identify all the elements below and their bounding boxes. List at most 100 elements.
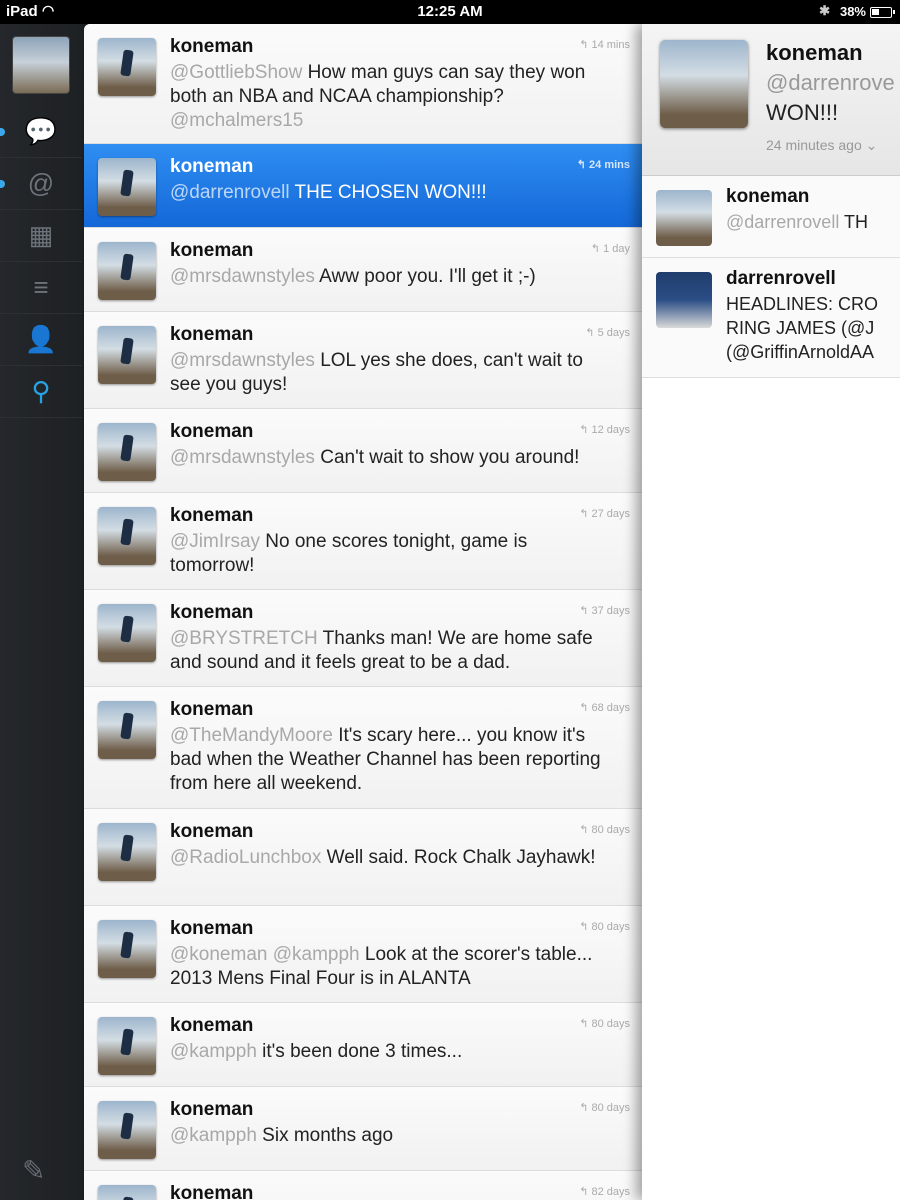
tweet-username[interactable]: koneman	[170, 918, 253, 940]
tweet-text: @GottliebShow How man guys can say they …	[170, 61, 614, 133]
tweet-mention[interactable]: @mrsdawnstyles	[170, 447, 315, 468]
avatar[interactable]	[98, 920, 156, 978]
profile-button[interactable]: 👤	[0, 314, 82, 366]
tweet-timestamp: ↰ 24 mins	[576, 159, 630, 171]
avatar[interactable]	[98, 507, 156, 565]
avatar[interactable]	[98, 701, 156, 759]
search-button[interactable]: ⚲	[0, 366, 82, 418]
avatar[interactable]	[656, 272, 712, 328]
tweet-mention[interactable]: @BRYSTRETCH	[170, 628, 318, 649]
tweet-row[interactable]: koneman ↰ 12 days @mrsdawnstyles Can't wai…	[84, 409, 644, 493]
lists-button[interactable]: ▦	[0, 210, 82, 262]
tweet-username[interactable]: koneman	[170, 324, 253, 346]
tweet-row[interactable]: koneman ↰ 80 days @kampph Six months ago	[84, 1087, 644, 1171]
tweet-row[interactable]: koneman ↰ 80 days @kampph it's been done 3…	[84, 1003, 644, 1087]
tweet-mention[interactable]: @koneman @kampph	[170, 944, 360, 965]
battery-icon	[870, 7, 895, 18]
tweet-timestamp: ↰ 80 days	[579, 921, 630, 933]
tweet-row[interactable]: koneman ↰ 37 days @BRYSTRETCH Thanks man! …	[84, 590, 644, 687]
tweet-text: @BRYSTRETCH Thanks man! We are home safe…	[170, 627, 614, 675]
tweet-mention[interactable]: @kampph	[170, 1041, 257, 1062]
account-avatar[interactable]	[12, 36, 70, 94]
tweet-username[interactable]: koneman	[170, 240, 253, 262]
related-text: @darrenrovell TH	[726, 210, 868, 234]
detail-username[interactable]: koneman	[766, 40, 863, 66]
tweet-username[interactable]: koneman	[170, 821, 253, 843]
tweet-row[interactable]: koneman ↰ 27 days @JimIrsay No one scores …	[84, 493, 644, 590]
avatar[interactable]	[98, 242, 156, 300]
tweet-username[interactable]: koneman	[170, 505, 253, 527]
avatar[interactable]	[98, 38, 156, 96]
tweet-row[interactable]: koneman ↰ 80 days @RadioLunchbox Well said…	[84, 809, 644, 906]
profile-icon: 👤	[24, 324, 58, 354]
tweet-text: @mrsdawnstyles Aww poor you. I'll get it…	[170, 265, 614, 289]
tweet-username[interactable]: koneman	[170, 602, 253, 624]
tweet-mention[interactable]: @kampph	[170, 1125, 257, 1146]
tweet-row[interactable]: koneman ↰ 5 days @mrsdawnstyles LOL yes sh…	[84, 312, 644, 409]
tweet-time-text: 80 days	[591, 1102, 630, 1114]
battery-percent: 38%	[839, 4, 866, 19]
tweet-timestamp: ↰ 37 days	[579, 605, 630, 617]
tweet-username[interactable]: koneman	[170, 36, 253, 58]
tweet-time-text: 82 days	[591, 1186, 630, 1198]
compose-icon[interactable]: ✎	[22, 1154, 58, 1186]
avatar[interactable]	[98, 604, 156, 662]
tweet-mention[interactable]: @darrenrovell	[170, 182, 290, 203]
speech-bubble-icon: 💬	[24, 116, 58, 146]
tweet-text: @mrsdawnstyles LOL yes she does, can't w…	[170, 349, 614, 397]
tweet-mention[interactable]: @TheMandyMoore	[170, 725, 333, 746]
avatar[interactable]	[98, 326, 156, 384]
tweet-time-text: 14 mins	[591, 39, 630, 51]
clock: 12:25 AM	[417, 3, 483, 20]
related-text-line: (@GriffinArnoldAA	[726, 342, 874, 362]
tweet-row[interactable]: koneman ↰ 82 days	[84, 1171, 644, 1200]
tweet-username[interactable]: koneman	[170, 1099, 253, 1121]
tweet-username[interactable]: koneman	[170, 699, 253, 721]
tweet-row[interactable]: koneman ↰ 24 mins @darrenrovell THE CHOSEN…	[84, 144, 644, 228]
tweet-row[interactable]: koneman ↰ 14 mins @GottliebShow How man gu…	[84, 24, 644, 144]
at-sign-button[interactable]: @	[0, 158, 82, 210]
tweet-timeline[interactable]: koneman ↰ 14 mins @GottliebShow How man gu…	[84, 24, 644, 1200]
tweet-mention[interactable]: @GottliebShow	[170, 62, 302, 83]
tweet-time-text: 68 days	[591, 702, 630, 714]
avatar[interactable]	[98, 158, 156, 216]
tweet-row[interactable]: koneman ↰ 1 day @mrsdawnstyles Aww poor yo…	[84, 228, 644, 312]
tweet-username[interactable]: koneman	[170, 421, 253, 443]
related-mention[interactable]: @darrenrovell	[726, 212, 839, 232]
tweet-row[interactable]: koneman ↰ 68 days @TheMandyMoore It's scar…	[84, 687, 644, 809]
tweet-mention[interactable]: @JimIrsay	[170, 531, 260, 552]
tweet-mention[interactable]: @mrsdawnstyles	[170, 350, 315, 371]
related-tweet[interactable]: darrenrovell HEADLINES: CRO RING JAMES (@J…	[642, 258, 900, 378]
avatar[interactable]	[98, 1101, 156, 1159]
tweet-timestamp: ↰ 80 days	[579, 824, 630, 836]
tweet-body: THE CHOSEN WON!!!	[289, 182, 487, 203]
tweet-mention[interactable]: @mrsdawnstyles	[170, 266, 315, 287]
avatar[interactable]	[98, 1185, 156, 1200]
chevron-down-icon[interactable]: ⌄	[866, 137, 878, 153]
tweet-row[interactable]: koneman ↰ 80 days @koneman @kampph Look at…	[84, 906, 644, 1003]
related-text: HEADLINES: CRO RING JAMES (@J (@GriffinArn…	[726, 292, 878, 364]
avatar[interactable]	[98, 1017, 156, 1075]
tweet-mention[interactable]: @RadioLunchbox	[170, 847, 321, 868]
related-username[interactable]: darrenrovell	[726, 268, 836, 290]
avatar[interactable]	[656, 190, 712, 246]
avatar[interactable]	[98, 823, 156, 881]
related-username[interactable]: koneman	[726, 186, 809, 208]
tweet-text: @kampph Six months ago	[170, 1124, 614, 1148]
related-tweet[interactable]: koneman @darrenrovell TH	[642, 176, 900, 258]
tweet-detail-pane: koneman @darrenrove WON!!! 24 minutes ag…	[642, 24, 900, 1200]
tweet-username[interactable]: koneman	[170, 1015, 253, 1037]
tweet-body: Can't wait to show you around!	[314, 447, 580, 468]
tweet-time-text: 80 days	[591, 1018, 630, 1030]
tweet-timestamp: ↰ 80 days	[579, 1102, 630, 1114]
related-text-line: HEADLINES: CRO	[726, 294, 879, 314]
tweet-mention-secondary[interactable]: @mchalmers15	[170, 110, 303, 131]
avatar[interactable]	[98, 423, 156, 481]
speech-bubble-button[interactable]: 💬	[0, 106, 82, 158]
tweet-username[interactable]: koneman	[170, 1183, 253, 1200]
menu-lines-button[interactable]: ≡	[0, 262, 82, 314]
avatar[interactable]	[660, 40, 748, 128]
detail-mention[interactable]: @darrenrove	[766, 70, 895, 96]
at-sign-icon: @	[27, 168, 55, 198]
tweet-username[interactable]: koneman	[170, 156, 253, 178]
